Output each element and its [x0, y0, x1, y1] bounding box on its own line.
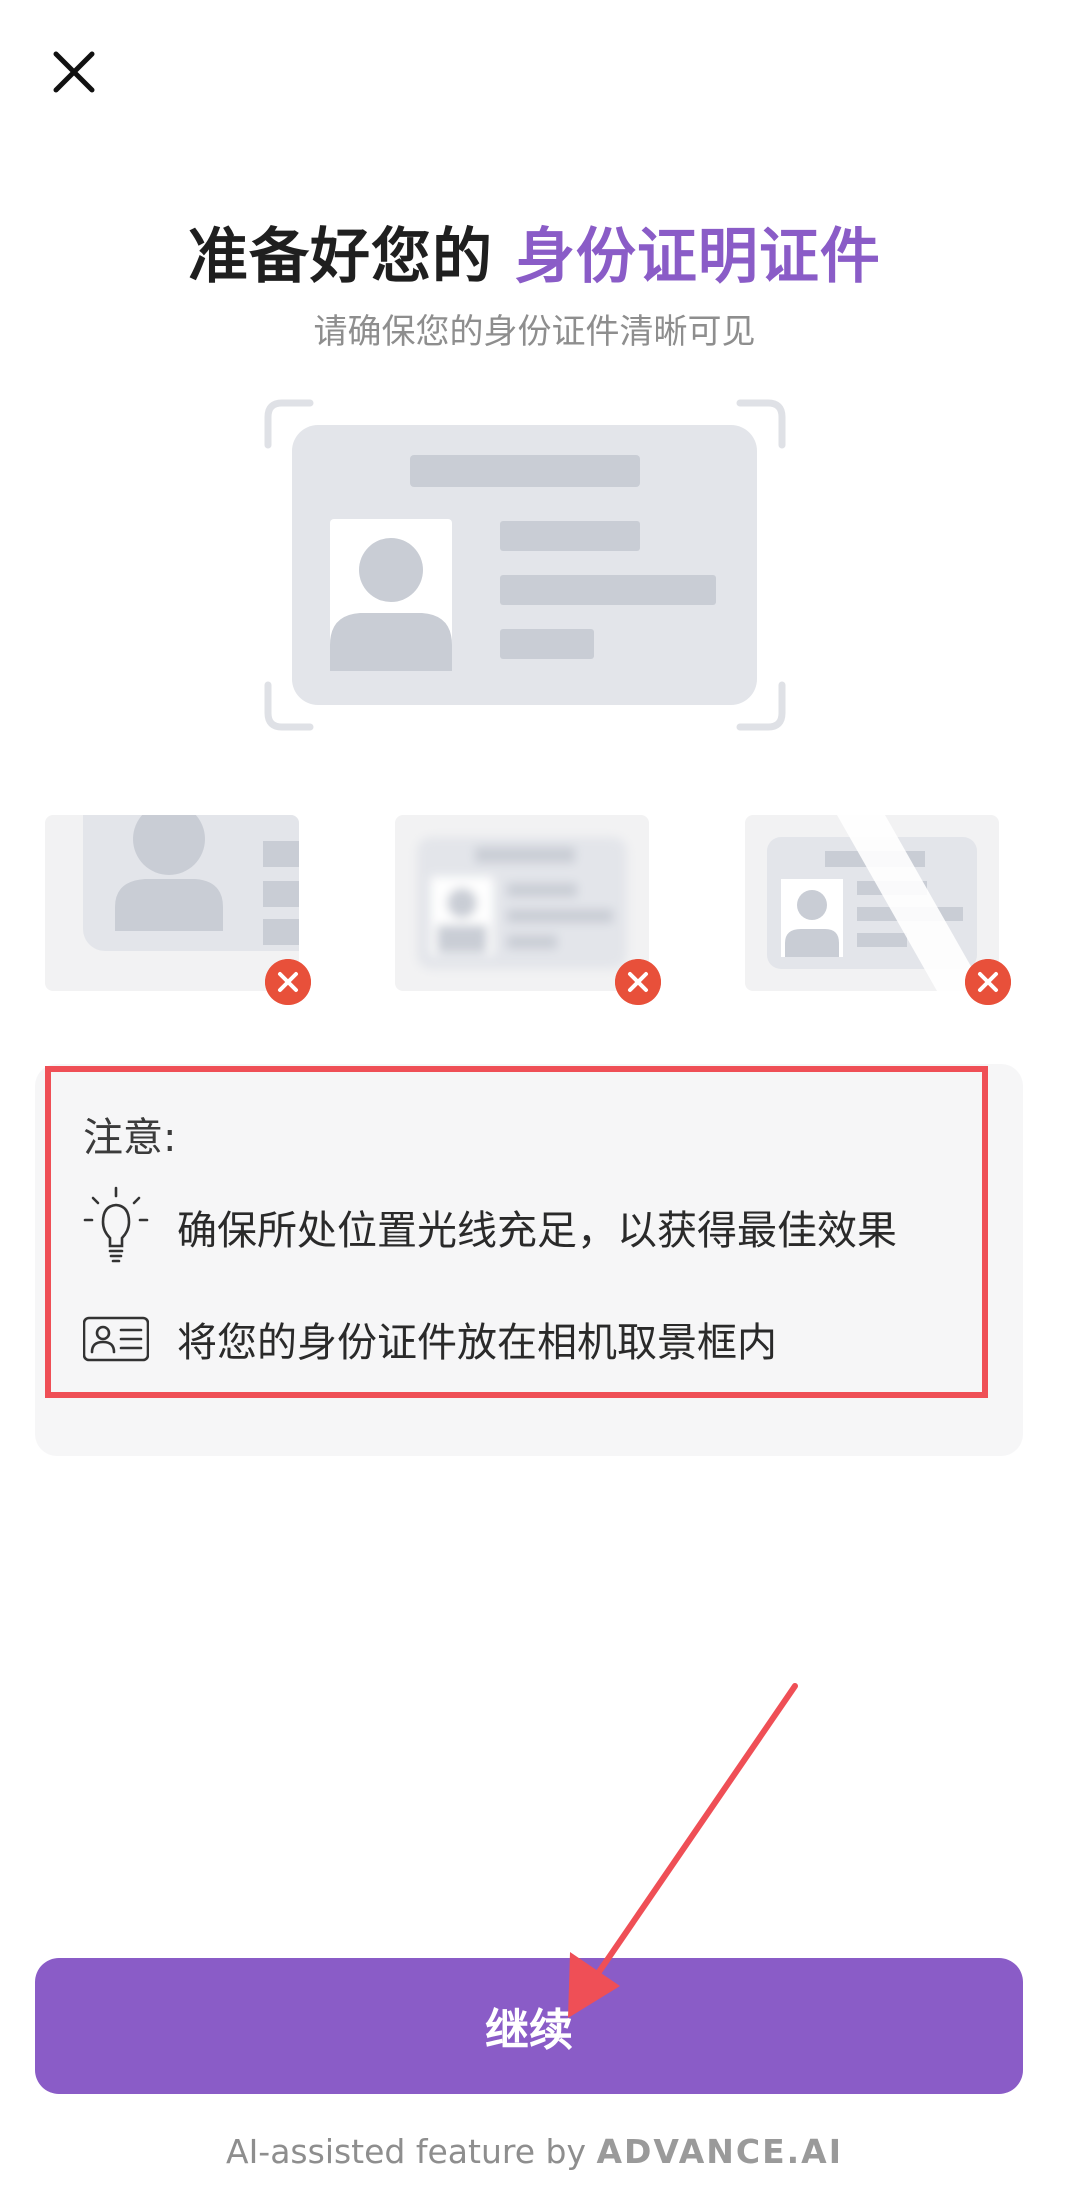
title-highlight: 身份证明证件 [514, 222, 881, 292]
lightbulb-icon [83, 1186, 149, 1263]
tip-text-lighting: 确保所处位置光线充足，以获得最佳效果 [177, 1208, 897, 1254]
tip-item-lighting: 确保所处位置光线充足，以获得最佳效果 [83, 1186, 983, 1266]
title-prefix: 准备好您的 [188, 222, 515, 292]
page-subtitle: 请确保您的身份证件清晰可见 [313, 312, 756, 352]
continue-button[interactable]: 继续 [35, 1958, 1023, 2094]
id-card-icon [83, 1316, 149, 1362]
bad-example-cropped [45, 815, 311, 1005]
bad-example-blurry [395, 815, 661, 1005]
close-icon[interactable] [42, 40, 106, 104]
bad-example-glare [745, 815, 1011, 1005]
page-title: 准备好您的 身份证明证件 [0, 208, 1069, 295]
error-x-icon [615, 959, 661, 1005]
tips-heading: 注意: [83, 1115, 177, 1161]
tip-text-frame: 将您的身份证件放在相机取景框内 [177, 1320, 777, 1366]
error-x-icon [965, 959, 1011, 1005]
brand-logo: ADVANCE.AI [596, 2132, 843, 2171]
tip-item-frame: 将您的身份证件放在相机取景框内 [83, 1298, 983, 1378]
powered-by-footer: AI-assisted feature by ADVANCE.AI [0, 2132, 1069, 2171]
error-x-icon [265, 959, 311, 1005]
id-card-illustration [264, 399, 786, 731]
powered-by-text: AI-assisted feature by [226, 2132, 597, 2171]
